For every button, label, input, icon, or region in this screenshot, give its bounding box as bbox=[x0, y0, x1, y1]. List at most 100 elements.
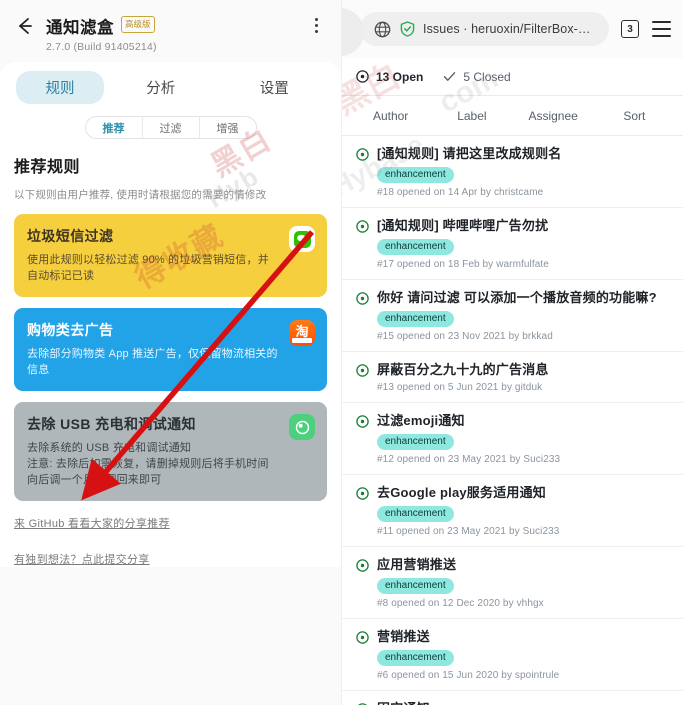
issue-title-row: 你好 请问过滤 可以添加一个播放音频的功能嘛? bbox=[356, 289, 669, 306]
issue-list-item[interactable]: 应用营销推送 enhancement #8 opened on 12 Dec 202… bbox=[342, 547, 683, 619]
issue-open-icon bbox=[356, 559, 369, 572]
issue-label-badge[interactable]: enhancement bbox=[377, 311, 454, 327]
submit-idea-link[interactable]: 有独到想法？点此提交分享 bbox=[14, 551, 327, 567]
issue-open-icon bbox=[356, 364, 369, 377]
issue-title-row: [通知规则] 哔哩哔哩广告勿扰 bbox=[356, 217, 669, 234]
issue-list-item[interactable]: 固定通知enhancement#5 opened on 15 Jun 2020 … bbox=[342, 691, 683, 705]
issue-open-icon bbox=[356, 631, 369, 644]
issue-title-row: 固定通知 bbox=[356, 700, 669, 705]
kebab-menu-icon[interactable] bbox=[307, 14, 325, 36]
segment-filter[interactable]: 过滤 bbox=[143, 117, 200, 138]
url-text: Issues · heruoxin/FilterBox-… bbox=[423, 22, 591, 36]
issue-meta: #18 opened on 14 Apr by christcame bbox=[377, 187, 544, 198]
issue-title-row: 应用营销推送 bbox=[356, 556, 669, 573]
rule-card-desc: 使用此规则以轻松过滤 90% 的垃圾营销短信，并自动标记已读 bbox=[27, 254, 269, 282]
issue-list-item[interactable]: [通知规则] 请把这里改成规则名 enhancement #18 opened on… bbox=[342, 136, 683, 208]
issue-list-item[interactable]: 过滤emoji通知 enhancement #12 opened on 23 May… bbox=[342, 403, 683, 475]
issue-label-badge[interactable]: enhancement bbox=[377, 167, 454, 183]
open-issues-label: 13 Open bbox=[376, 69, 424, 84]
issue-title-row: [通知规则] 请把这里改成规则名 bbox=[356, 145, 669, 162]
filter-author[interactable]: Author bbox=[350, 109, 431, 123]
edge-blob-decoration bbox=[342, 8, 364, 56]
main-tabbar: 规则 分析 设置 bbox=[0, 62, 341, 112]
issue-list: [通知规则] 请把这里改成规则名 enhancement #18 opened on… bbox=[342, 136, 683, 705]
url-bar[interactable]: Issues · heruoxin/FilterBox-… bbox=[360, 12, 609, 46]
issue-label-badge[interactable]: enhancement bbox=[377, 434, 454, 450]
issue-label-badge[interactable]: enhancement bbox=[377, 578, 454, 594]
browser-screenshot-panel: Issues · heruoxin/FilterBox-… 3 13 Open … bbox=[341, 0, 683, 705]
issue-open-icon bbox=[356, 415, 369, 428]
app-version: 2.7.0 (Build 91405214) bbox=[46, 41, 157, 53]
issue-filter-row: Author Label Assignee Sort bbox=[342, 96, 683, 136]
globe-icon bbox=[374, 21, 391, 38]
issue-open-icon bbox=[356, 487, 369, 500]
taobao-icon: 淘 bbox=[289, 320, 315, 346]
issue-open-icon bbox=[356, 70, 369, 83]
issue-meta: #11 opened on 23 May 2021 by Suci233 bbox=[377, 526, 560, 537]
tab-rules[interactable]: 规则 bbox=[16, 70, 104, 104]
section-title: 推荐规则 bbox=[14, 159, 81, 176]
rules-content: 推荐规则 以下规则由用户推荐, 使用时请根据您的需要的情修改 垃圾短信过滤 使用… bbox=[0, 149, 341, 567]
issue-title-row: 去Google play服务适用通知 bbox=[356, 484, 669, 501]
issue-title[interactable]: 你好 请问过滤 可以添加一个播放音频的功能嘛? bbox=[377, 289, 657, 306]
issue-title[interactable]: 应用营销推送 bbox=[377, 556, 456, 573]
filter-sort[interactable]: Sort bbox=[594, 109, 675, 123]
tab-analysis[interactable]: 分析 bbox=[104, 71, 218, 104]
segmented-control: 推荐 过滤 增强 bbox=[84, 116, 257, 139]
wechat-icon bbox=[289, 226, 315, 252]
issue-meta: #17 opened on 18 Feb by warmfulfate bbox=[377, 259, 549, 270]
issue-title[interactable]: 去Google play服务适用通知 bbox=[377, 484, 546, 501]
issue-title[interactable]: 营销推送 bbox=[377, 628, 430, 645]
issue-list-item[interactable]: 去Google play服务适用通知 enhancement #11 opened … bbox=[342, 475, 683, 547]
rule-card-desc: 去除系统的 USB 充电和调试通知 注意: 去除后如需恢复，请删掉规则后将手机时… bbox=[27, 442, 269, 486]
filter-assignee[interactable]: Assignee bbox=[513, 109, 594, 123]
green-app-icon bbox=[289, 414, 315, 440]
issue-open-icon bbox=[356, 148, 369, 161]
closed-issues-filter[interactable]: 5 Closed bbox=[443, 70, 511, 84]
issue-title[interactable]: 过滤emoji通知 bbox=[377, 412, 465, 429]
issue-open-icon bbox=[356, 220, 369, 233]
github-share-link[interactable]: 来 GitHub 看看大家的分享推荐 bbox=[14, 515, 327, 531]
rule-card-desc: 去除部分购物类 App 推送广告，仅保留物流相关的信息 bbox=[27, 348, 278, 376]
issue-title[interactable]: 屏蔽百分之九十九的广告消息 bbox=[377, 361, 549, 378]
issue-label-badge[interactable]: enhancement bbox=[377, 239, 454, 255]
issue-title[interactable]: [通知规则] 哔哩哔哩广告勿扰 bbox=[377, 217, 548, 234]
app-screenshot-panel: 通知滤盒 高级版 2.7.0 (Build 91405214) 规则 分析 设置… bbox=[0, 0, 341, 705]
app-header: 通知滤盒 高级版 2.7.0 (Build 91405214) bbox=[0, 0, 341, 62]
issue-title[interactable]: 固定通知 bbox=[377, 700, 430, 705]
shield-check-icon bbox=[400, 21, 415, 37]
rule-card-title: 去除 USB 充电和调试通知 bbox=[27, 416, 196, 432]
issue-meta: #13 opened on 5 Jun 2021 by gitduk bbox=[377, 382, 543, 393]
section-subtitle: 以下规则由用户推荐, 使用时请根据您的需要的情修改 bbox=[14, 189, 267, 201]
issue-list-item[interactable]: 你好 请问过滤 可以添加一个播放音频的功能嘛? enhancement #15 op… bbox=[342, 280, 683, 352]
issue-meta: #15 opened on 23 Nov 2021 by brkkad bbox=[377, 331, 553, 342]
issue-list-item[interactable]: 屏蔽百分之九十九的广告消息 #13 opened on 5 Jun 2021 by… bbox=[342, 352, 683, 403]
tab-settings[interactable]: 设置 bbox=[218, 71, 332, 104]
issue-title-row: 营销推送 bbox=[356, 628, 669, 645]
issue-status-bar: 13 Open 5 Closed bbox=[342, 58, 683, 96]
segment-enhance[interactable]: 增强 bbox=[200, 117, 256, 138]
rule-card-usb-notice[interactable]: 去除 USB 充电和调试通知 去除系统的 USB 充电和调试通知 注意: 去除后… bbox=[14, 402, 327, 501]
open-issues-filter[interactable]: 13 Open bbox=[356, 70, 423, 84]
issue-title-row: 过滤emoji通知 bbox=[356, 412, 669, 429]
hamburger-menu-icon[interactable] bbox=[652, 21, 671, 37]
pro-badge: 高级版 bbox=[121, 15, 155, 33]
issue-label-badge[interactable]: enhancement bbox=[377, 650, 454, 666]
check-icon bbox=[443, 70, 456, 83]
issue-list-item[interactable]: [通知规则] 哔哩哔哩广告勿扰 enhancement #17 opened on … bbox=[342, 208, 683, 280]
screenshot-root: 通知滤盒 高级版 2.7.0 (Build 91405214) 规则 分析 设置… bbox=[0, 0, 683, 705]
issue-open-icon bbox=[356, 292, 369, 305]
browser-toolbar: Issues · heruoxin/FilterBox-… 3 bbox=[342, 0, 683, 58]
back-arrow-icon[interactable] bbox=[14, 15, 36, 37]
tab-count-button[interactable]: 3 bbox=[621, 20, 639, 38]
segment-recommended[interactable]: 推荐 bbox=[86, 117, 143, 138]
rule-card-title: 购物类去广告 bbox=[27, 322, 114, 338]
rule-card-spam-sms[interactable]: 垃圾短信过滤 使用此规则以轻松过滤 90% 的垃圾营销短信，并自动标记已读 bbox=[14, 214, 327, 297]
filter-label[interactable]: Label bbox=[431, 109, 512, 123]
segmented-control-wrap: 推荐 过滤 增强 bbox=[0, 112, 341, 149]
issue-title[interactable]: [通知规则] 请把这里改成规则名 bbox=[377, 145, 561, 162]
issue-label-badge[interactable]: enhancement bbox=[377, 506, 454, 522]
issue-list-item[interactable]: 营销推送 enhancement #6 opened on 15 Jun 2020 … bbox=[342, 619, 683, 691]
issue-meta: #8 opened on 12 Dec 2020 by vhhgx bbox=[377, 598, 544, 609]
rule-card-shopping-ads[interactable]: 购物类去广告 去除部分购物类 App 推送广告，仅保留物流相关的信息 淘 bbox=[14, 308, 327, 391]
